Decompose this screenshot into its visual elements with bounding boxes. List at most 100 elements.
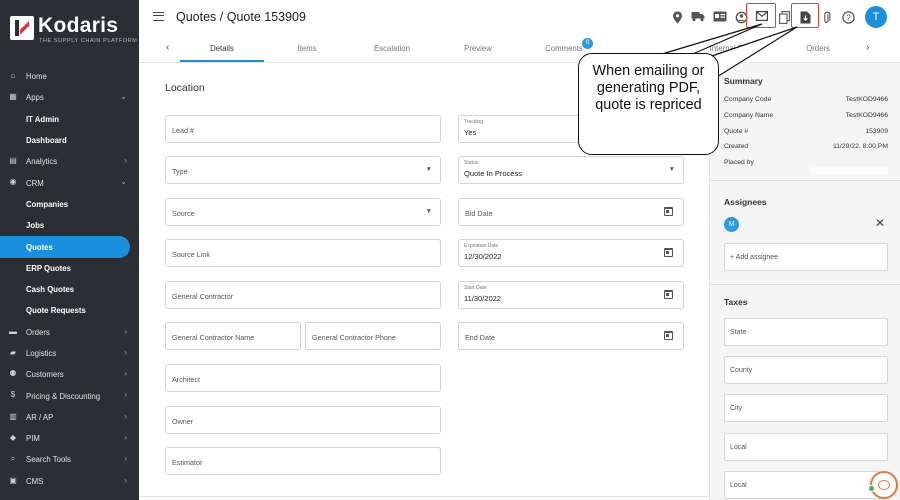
truck-icon[interactable] [691, 11, 705, 25]
panel-divider [710, 180, 900, 181]
sidebar-item-pim[interactable]: ◆ PIM › [0, 428, 139, 449]
assignee-avatar[interactable]: M [724, 217, 739, 232]
gc-phone-field[interactable]: General Contractor Phone [305, 322, 441, 350]
tab-escalation[interactable]: Escalation [350, 44, 434, 53]
end-date-field[interactable]: End Date [458, 322, 684, 350]
close-icon[interactable]: ✕ [875, 216, 885, 230]
summary-row: Quote # 153909 [724, 128, 888, 135]
tab-items[interactable]: Items [266, 44, 348, 53]
analytics-icon: ▤ [9, 156, 17, 166]
start-date-field[interactable]: Start Date 11/30/2022 [458, 281, 684, 309]
chevron-right-icon: › [124, 433, 127, 443]
copy-icon[interactable] [777, 11, 791, 25]
summary-row: Placed by [724, 159, 888, 166]
sidebar-item-cash-quotes[interactable]: Cash Quotes [0, 279, 139, 300]
sidebar-item-analytics[interactable]: ▤ Analytics › [0, 151, 139, 172]
tax-county-field[interactable]: County [724, 356, 888, 384]
sidebar-item-dashboard[interactable]: Dashboard [0, 130, 139, 151]
chevron-down-icon: ⌄ [120, 177, 127, 187]
estimator-placeholder: Estimator [172, 458, 203, 467]
tax-local-field[interactable]: Local [724, 433, 888, 461]
brand-tagline: THE SUPPLY CHAIN PLATFORM [39, 38, 138, 44]
sidebar-item-home[interactable]: ⌂ Home [0, 66, 139, 87]
add-assignee-input[interactable]: + Add assignee [724, 243, 888, 271]
sidebar-item-label: Logistics [26, 349, 57, 358]
calendar-icon[interactable] [664, 207, 673, 216]
tab-internal-files[interactable]: Internal Files [690, 44, 774, 53]
email-icon[interactable] [755, 11, 769, 25]
redacted-value [810, 167, 888, 175]
sidebar-item-label: Customers [26, 370, 64, 380]
sidebar-item-label: PIM [26, 434, 40, 444]
owner-field[interactable]: Owner [165, 406, 441, 434]
tax-local-field-2[interactable]: Local [724, 471, 888, 499]
svg-text:?: ? [846, 13, 851, 22]
start-date-value: 11/30/2022 [464, 294, 501, 303]
sidebar-item-erp-quotes[interactable]: ERP Quotes [0, 258, 139, 279]
tax-state-field[interactable]: State [724, 318, 888, 346]
tab-prev-arrow-icon[interactable]: ‹ [166, 42, 169, 53]
lead-number-field[interactable]: Lead # [165, 115, 441, 143]
sidebar-item-customers[interactable]: ⚉ Customers › [0, 364, 139, 385]
id-card-icon[interactable] [713, 11, 727, 25]
tab-next-arrow-icon[interactable]: › [866, 42, 869, 53]
general-contractor-field[interactable]: General Contractor [165, 281, 441, 309]
summary-row: Company Name TestKOD9466 [724, 112, 888, 119]
owner-placeholder: Owner [172, 417, 194, 426]
attachment-icon[interactable] [820, 11, 834, 25]
sidebar-item-it-admin[interactable]: IT Admin [0, 109, 139, 130]
tab-details[interactable]: Details [180, 44, 264, 53]
summary-label: Created [724, 143, 749, 150]
sidebar: Kodaris THE SUPPLY CHAIN PLATFORM ⌂ Home ▦… [0, 0, 139, 500]
sidebar-item-label: Apps [26, 93, 44, 103]
sidebar-item-orders[interactable]: ▬ Orders › [0, 322, 139, 343]
tag-icon: ◆ [9, 433, 17, 443]
sidebar-item-ar-ap[interactable]: ▥ AR / AP › [0, 407, 139, 428]
tax-city-field[interactable]: City [724, 394, 888, 422]
summary-value: 11/29/22, 8:00 PM [832, 143, 888, 150]
location-pin-icon[interactable] [670, 11, 684, 25]
dollar-icon: $ [10, 390, 16, 400]
tax-local-placeholder: Local [730, 482, 747, 489]
sidebar-item-logistics[interactable]: ▰ Logistics › [0, 343, 139, 364]
status-select[interactable]: Status Quote In Process ▼ [458, 156, 684, 184]
calendar-icon[interactable] [664, 290, 673, 299]
sidebar-item-search-tools[interactable]: ⌕ Search Tools › [0, 449, 139, 470]
brand-name: Kodaris [38, 14, 119, 37]
sidebar-item-cms[interactable]: ▣ CMS › [0, 471, 139, 492]
sidebar-item-label: Companies [26, 199, 69, 209]
sidebar-item-companies[interactable]: Companies [0, 194, 139, 215]
help-icon[interactable]: ? [841, 11, 855, 25]
pdf-download-icon[interactable] [798, 11, 812, 25]
sidebar-item-crm[interactable]: ◉ CRM ⌄ [0, 172, 139, 193]
architect-field[interactable]: Architect [165, 364, 441, 392]
tab-orders[interactable]: Orders [776, 44, 860, 53]
panel-divider [710, 284, 900, 285]
chat-support-icon[interactable] [870, 471, 898, 499]
user-avatar[interactable]: T [865, 6, 887, 28]
chevron-down-icon: ▼ [425, 208, 432, 215]
chevron-right-icon: › [124, 156, 127, 166]
sidebar-item-pricing-discounting[interactable]: $ Pricing & Discounting › [0, 385, 139, 406]
sidebar-item-quote-requests[interactable]: Quote Requests [0, 300, 139, 321]
calendar-icon[interactable] [664, 331, 673, 340]
source-link-field[interactable]: Source Link [165, 239, 441, 267]
sidebar-item-apps[interactable]: ▦ Apps ⌄ [0, 87, 139, 108]
kodaris-logo[interactable]: Kodaris THE SUPPLY CHAIN PLATFORM [10, 14, 137, 44]
source-select[interactable]: Source ▼ [165, 198, 441, 226]
sidebar-item-quotes[interactable]: Quotes [0, 236, 130, 258]
menu-icon[interactable] [153, 12, 164, 21]
tab-comments[interactable]: Comments [522, 44, 606, 53]
calendar-icon[interactable] [664, 248, 673, 257]
start-date-label: Start Date [464, 285, 487, 291]
expiration-date-field[interactable]: Expiration Date 12/30/2022 [458, 239, 684, 267]
sidebar-item-label: Dashboard [26, 136, 67, 146]
sidebar-item-label: Quote Requests [26, 306, 86, 316]
sidebar-item-label: Cash Quotes [26, 285, 75, 295]
estimator-field[interactable]: Estimator [165, 447, 441, 475]
gc-name-field[interactable]: General Contractor Name [165, 322, 301, 350]
type-select[interactable]: Type ▼ [165, 156, 441, 184]
sidebar-item-jobs[interactable]: Jobs [0, 215, 139, 236]
tab-preview[interactable]: Preview [436, 44, 520, 53]
bid-date-field[interactable]: Bid Date [458, 198, 684, 226]
